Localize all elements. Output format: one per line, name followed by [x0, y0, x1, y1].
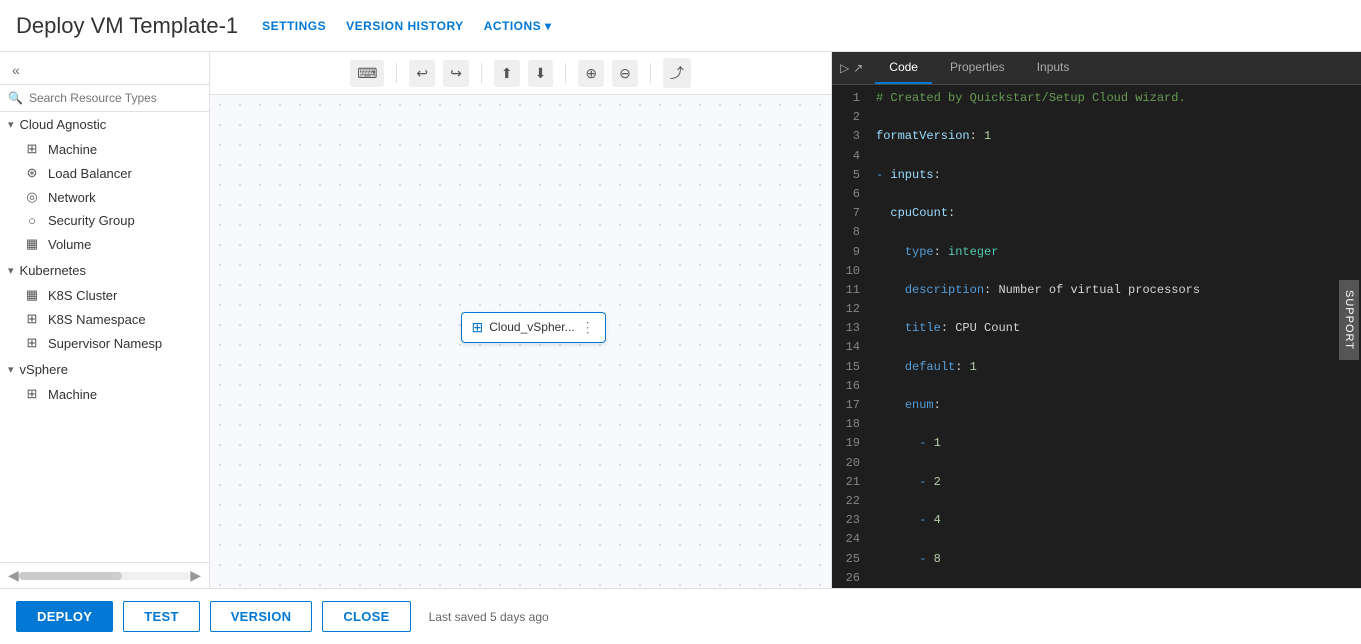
canvas-content[interactable]: ⊞ Cloud_vSpher... ⋮ — [210, 95, 831, 588]
sidebar-group-label: vSphere — [20, 362, 68, 377]
code-editor[interactable]: 1 2 3 4 5 6 7 8 9 10 11 12 13 14 15 16 1… — [832, 85, 1361, 588]
code-content: # Created by Quickstart/Setup Cloud wiza… — [868, 85, 1361, 588]
sidebar-item-machine-agnostic[interactable]: ⊞ Machine — [0, 137, 209, 161]
sidebar-item-label: Supervisor Namesp — [48, 336, 162, 351]
sidebar-group-kubernetes: ▾ Kubernetes ▦ K8S Cluster ⊞ K8S Namespa… — [0, 258, 209, 355]
sidebar-item-label: Machine — [48, 142, 97, 157]
panel-expand-controls: ▷ ↗ — [840, 61, 863, 75]
sidebar: « 🔍 ▾ Cloud Agnostic ⊞ Machine ⊛ Load Ba… — [0, 52, 210, 588]
nav-version-history[interactable]: VERSION HISTORY — [346, 19, 464, 33]
header: Deploy VM Template-1 SETTINGS VERSION HI… — [0, 0, 1361, 52]
network-icon: ◎ — [24, 189, 40, 205]
tab-inputs[interactable]: Inputs — [1023, 52, 1084, 84]
code-panel-tabs: ▷ ↗ Code Properties Inputs — [832, 52, 1361, 85]
scrollbar-thumb — [19, 572, 122, 580]
k8s-namespace-icon: ⊞ — [24, 311, 40, 327]
footer: DEPLOY TEST VERSION CLOSE Last saved 5 d… — [0, 588, 1361, 644]
version-button[interactable]: VERSION — [210, 601, 313, 632]
node-menu-button[interactable]: ⋮ — [581, 319, 595, 336]
sidebar-item-k8s-cluster[interactable]: ▦ K8S Cluster — [0, 283, 209, 307]
sidebar-item-k8s-namespace[interactable]: ⊞ K8S Namespace — [0, 307, 209, 331]
chevron-down-icon: ▾ — [8, 118, 14, 131]
sidebar-item-label: Load Balancer — [48, 166, 132, 181]
fit-up-button[interactable]: ⬆ — [494, 60, 520, 87]
sidebar-collapse-button[interactable]: « — [8, 60, 24, 80]
sidebar-content: ▾ Cloud Agnostic ⊞ Machine ⊛ Load Balanc… — [0, 112, 209, 562]
sidebar-search-area: 🔍 — [0, 85, 209, 112]
sidebar-group-header-kubernetes[interactable]: ▾ Kubernetes — [0, 258, 209, 283]
sidebar-group-vsphere: ▾ vSphere ⊞ Machine — [0, 357, 209, 406]
toolbar-separator-3 — [565, 63, 566, 83]
code-panel: ▷ ↗ Code Properties Inputs 1 2 3 4 5 6 7… — [831, 52, 1361, 588]
load-balancer-icon: ⊛ — [24, 165, 40, 181]
nav-settings[interactable]: SETTINGS — [262, 19, 326, 33]
vsphere-machine-icon: ⊞ — [24, 386, 40, 402]
machine-icon: ⊞ — [24, 141, 40, 157]
support-tab[interactable]: SUPPORT — [1339, 280, 1359, 360]
tab-code[interactable]: Code — [875, 52, 932, 84]
supervisor-namespace-icon: ⊞ — [24, 335, 40, 351]
sidebar-item-label: Volume — [48, 237, 91, 252]
sidebar-header: « — [0, 52, 209, 85]
sidebar-group-label: Cloud Agnostic — [20, 117, 107, 132]
toolbar-separator — [396, 63, 397, 83]
nav-actions[interactable]: ACTIONS — [484, 19, 552, 33]
page-title: Deploy VM Template-1 — [16, 13, 238, 39]
sidebar-group-header-cloud-agnostic[interactable]: ▾ Cloud Agnostic — [0, 112, 209, 137]
sidebar-scrollbar: ◀ ▶ — [0, 562, 209, 588]
zoom-out-button[interactable]: ⊖ — [612, 60, 638, 87]
canvas-node-cloud-vsphere[interactable]: ⊞ Cloud_vSpher... ⋮ — [461, 312, 606, 343]
expand-icon[interactable]: ▷ — [840, 61, 849, 75]
header-nav: SETTINGS VERSION HISTORY ACTIONS — [262, 19, 551, 33]
canvas-toolbar: ⌨ ↩ ↪ ⬆ ⬇ ⊕ ⊖ ⤴ — [210, 52, 831, 95]
close-button[interactable]: CLOSE — [322, 601, 410, 632]
scroll-left-button[interactable]: ◀ — [8, 567, 19, 584]
zoom-in-button[interactable]: ⊕ — [578, 60, 604, 87]
sidebar-group-cloud-agnostic: ▾ Cloud Agnostic ⊞ Machine ⊛ Load Balanc… — [0, 112, 209, 256]
save-status: Last saved 5 days ago — [429, 610, 549, 624]
toolbar-separator-2 — [481, 63, 482, 83]
undo-button[interactable]: ↩ — [409, 60, 435, 87]
cloud-vsphere-icon: ⊞ — [472, 319, 484, 336]
redo-button[interactable]: ↪ — [443, 60, 469, 87]
sidebar-group-header-vsphere[interactable]: ▾ vSphere — [0, 357, 209, 382]
horizontal-scrollbar[interactable] — [19, 572, 190, 580]
line-numbers: 1 2 3 4 5 6 7 8 9 10 11 12 13 14 15 16 1… — [832, 85, 868, 588]
main-layout: « 🔍 ▾ Cloud Agnostic ⊞ Machine ⊛ Load Ba… — [0, 52, 1361, 588]
chevron-down-icon: ▾ — [8, 264, 14, 277]
fit-down-button[interactable]: ⬇ — [528, 60, 554, 87]
shrink-icon[interactable]: ↗ — [853, 61, 863, 75]
sidebar-group-label: Kubernetes — [20, 263, 87, 278]
keyboard-button[interactable]: ⌨ — [350, 60, 384, 87]
chevron-down-icon: ▾ — [8, 363, 14, 376]
sidebar-item-label: K8S Cluster — [48, 288, 117, 303]
canvas-area: ⌨ ↩ ↪ ⬆ ⬇ ⊕ ⊖ ⤴ ⊞ Cloud_vSpher... ⋮ — [210, 52, 831, 588]
k8s-cluster-icon: ▦ — [24, 287, 40, 303]
tab-properties[interactable]: Properties — [936, 52, 1019, 84]
test-button[interactable]: TEST — [123, 601, 199, 632]
sidebar-item-label: Network — [48, 190, 96, 205]
search-input[interactable] — [29, 91, 201, 105]
sidebar-item-label: Security Group — [48, 213, 135, 228]
deploy-button[interactable]: DEPLOY — [16, 601, 113, 632]
fullscreen-button[interactable]: ⤴ — [663, 58, 691, 88]
search-icon: 🔍 — [8, 91, 23, 105]
scroll-right-button[interactable]: ▶ — [190, 567, 201, 584]
sidebar-item-volume[interactable]: ▦ Volume — [0, 232, 209, 256]
security-group-icon: ○ — [24, 213, 40, 228]
sidebar-item-label: Machine — [48, 387, 97, 402]
sidebar-item-load-balancer[interactable]: ⊛ Load Balancer — [0, 161, 209, 185]
sidebar-item-vsphere-machine[interactable]: ⊞ Machine — [0, 382, 209, 406]
canvas-node-label: Cloud_vSpher... — [489, 320, 574, 334]
sidebar-item-security-group[interactable]: ○ Security Group — [0, 209, 209, 232]
sidebar-item-network[interactable]: ◎ Network — [0, 185, 209, 209]
toolbar-separator-4 — [650, 63, 651, 83]
sidebar-item-supervisor-namespace[interactable]: ⊞ Supervisor Namesp — [0, 331, 209, 355]
sidebar-item-label: K8S Namespace — [48, 312, 146, 327]
volume-icon: ▦ — [24, 236, 40, 252]
